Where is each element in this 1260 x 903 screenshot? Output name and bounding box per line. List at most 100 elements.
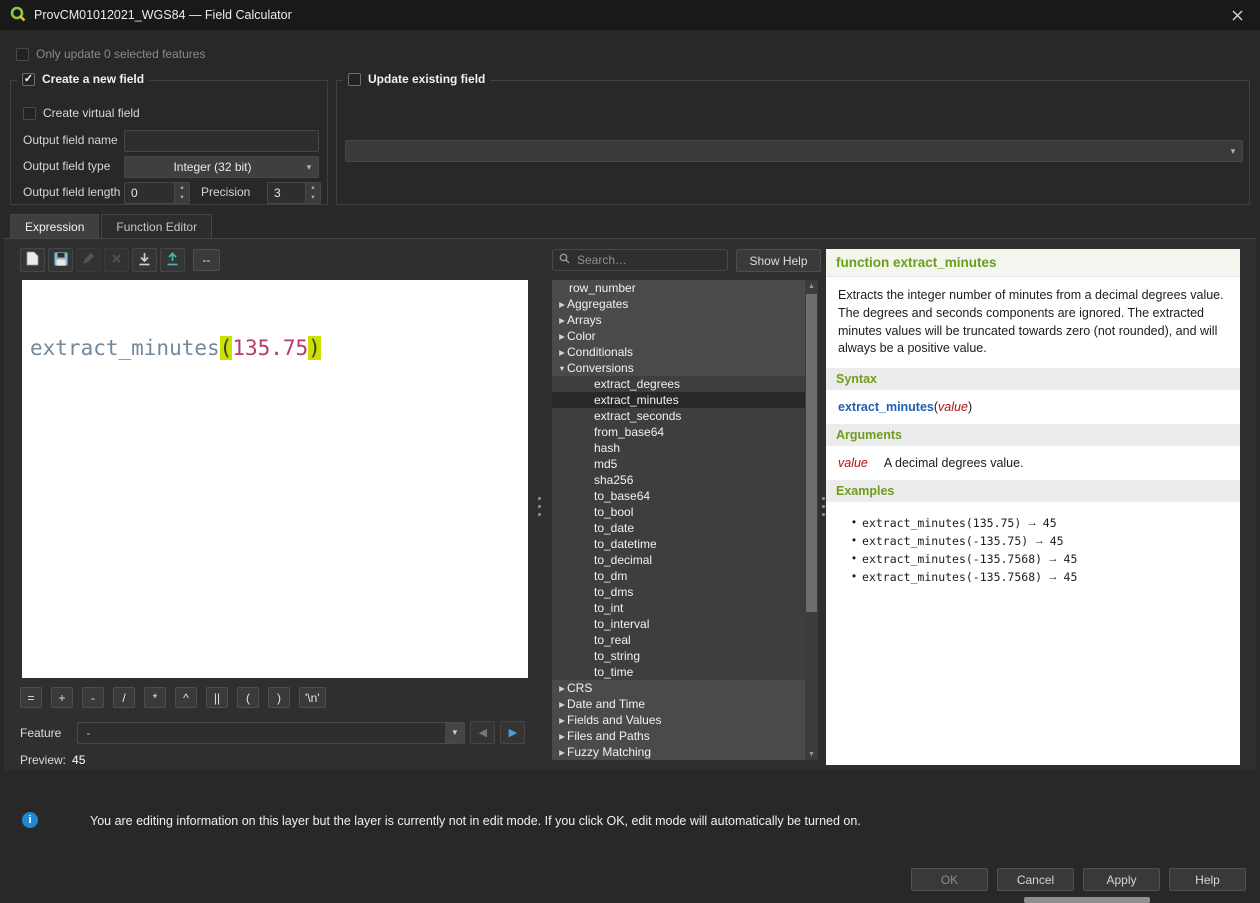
operator-concat-button[interactable]: || xyxy=(206,687,228,708)
expand-icon[interactable]: ▶ xyxy=(555,716,567,725)
arrow-up-icon xyxy=(166,252,179,269)
operator-power-button[interactable]: ^ xyxy=(175,687,197,708)
create-new-field-checkbox[interactable]: ✓ xyxy=(22,73,35,86)
tree-item-to-dm[interactable]: to_dm xyxy=(552,568,818,584)
existing-field-select[interactable]: ▾ xyxy=(345,140,1243,162)
show-help-button[interactable]: Show Help xyxy=(736,249,821,272)
tree-item-row-number[interactable]: row_number xyxy=(552,280,818,296)
create-new-field-legend[interactable]: ✓ Create a new field xyxy=(17,72,149,86)
cancel-button[interactable]: Cancel xyxy=(997,868,1074,891)
tree-item-sha256[interactable]: sha256 xyxy=(552,472,818,488)
expand-icon[interactable]: ▶ xyxy=(555,684,567,693)
left-splitter-handle[interactable] xyxy=(537,497,542,516)
tree-item-to-datetime[interactable]: to_datetime xyxy=(552,536,818,552)
spin-up-icon[interactable]: ▴ xyxy=(175,183,189,193)
apply-button[interactable]: Apply xyxy=(1083,868,1160,891)
tree-item-from-base64[interactable]: from_base64 xyxy=(552,424,818,440)
ok-button[interactable]: OK xyxy=(911,868,988,891)
tree-item-to-interval[interactable]: to_interval xyxy=(552,616,818,632)
create-virtual-field-row[interactable]: Create virtual field xyxy=(23,106,140,120)
close-icon[interactable] xyxy=(1214,0,1260,30)
search-box[interactable] xyxy=(552,249,728,271)
tree-item-to-string[interactable]: to_string xyxy=(552,648,818,664)
expand-icon[interactable]: ▶ xyxy=(555,332,567,341)
tree-item-conversions[interactable]: ▼Conversions xyxy=(552,360,818,376)
update-existing-field-checkbox[interactable] xyxy=(348,73,361,86)
operator-multiply-button[interactable]: * xyxy=(144,687,166,708)
only-update-checkbox-row[interactable]: Only update 0 selected features xyxy=(16,47,205,61)
create-virtual-field-checkbox[interactable] xyxy=(23,107,36,120)
scroll-down-icon[interactable]: ▼ xyxy=(805,748,818,760)
save-expression-button[interactable] xyxy=(48,248,73,272)
operator-newline-button[interactable]: '\n' xyxy=(299,687,326,708)
tree-item-md5[interactable]: md5 xyxy=(552,456,818,472)
output-field-name-input[interactable] xyxy=(124,130,319,152)
expand-icon[interactable]: ▶ xyxy=(555,700,567,709)
feature-select[interactable]: - ▼ xyxy=(77,722,465,744)
tree-item-color[interactable]: ▶Color xyxy=(552,328,818,344)
tree-item-extract-minutes[interactable]: extract_minutes xyxy=(552,392,818,408)
operator-plus-button[interactable]: + xyxy=(51,687,73,708)
output-field-length-label: Output field length xyxy=(23,185,120,199)
tree-item-conditionals[interactable]: ▶Conditionals xyxy=(552,344,818,360)
horizontal-scrollbar-thumb[interactable] xyxy=(1024,897,1150,903)
tree-item-to-decimal[interactable]: to_decimal xyxy=(552,552,818,568)
tree-item-extract-degrees[interactable]: extract_degrees xyxy=(552,376,818,392)
dash-button[interactable]: -- xyxy=(193,249,220,271)
next-feature-button[interactable]: ▶ xyxy=(500,721,525,744)
tree-item-files-and-paths[interactable]: ▶Files and Paths xyxy=(552,728,818,744)
search-input[interactable] xyxy=(575,252,721,268)
tree-item-to-real[interactable]: to_real xyxy=(552,632,818,648)
remove-expression-button[interactable] xyxy=(104,248,129,272)
expand-icon[interactable]: ▶ xyxy=(555,748,567,757)
tree-scrollbar-thumb[interactable] xyxy=(806,294,817,612)
tree-item-fields-and-values[interactable]: ▶Fields and Values xyxy=(552,712,818,728)
tree-item-to-bool[interactable]: to_bool xyxy=(552,504,818,520)
output-field-length-stepper[interactable]: 0 ▴ ▾ xyxy=(124,182,190,204)
tree-item-to-int[interactable]: to_int xyxy=(552,600,818,616)
tab-function-editor[interactable]: Function Editor xyxy=(101,214,212,238)
edit-expression-button[interactable] xyxy=(76,248,101,272)
chevron-down-icon[interactable]: ▼ xyxy=(445,723,464,743)
export-expression-button[interactable] xyxy=(160,248,185,272)
expression-code: extract_minutes(135.75) xyxy=(30,336,528,360)
operator-divide-button[interactable]: / xyxy=(113,687,135,708)
help-button[interactable]: Help xyxy=(1169,868,1246,891)
tree-scrollbar[interactable]: ▲ ▼ xyxy=(805,280,818,760)
tree-item-hash[interactable]: hash xyxy=(552,440,818,456)
operator-minus-button[interactable]: - xyxy=(82,687,104,708)
tree-item-aggregates[interactable]: ▶Aggregates xyxy=(552,296,818,312)
tree-item-to-date[interactable]: to_date xyxy=(552,520,818,536)
tree-item-extract-seconds[interactable]: extract_seconds xyxy=(552,408,818,424)
update-existing-field-legend[interactable]: Update existing field xyxy=(343,72,490,86)
expression-editor[interactable]: extract_minutes(135.75) xyxy=(22,280,528,678)
tab-expression[interactable]: Expression xyxy=(10,214,99,238)
operator-equals-button[interactable]: = xyxy=(20,687,42,708)
tree-item-date-and-time[interactable]: ▶Date and Time xyxy=(552,696,818,712)
only-update-checkbox[interactable] xyxy=(16,48,29,61)
tree-item-crs[interactable]: ▶CRS xyxy=(552,680,818,696)
scroll-up-icon[interactable]: ▲ xyxy=(805,280,818,292)
tree-item-to-base64[interactable]: to_base64 xyxy=(552,488,818,504)
precision-stepper[interactable]: 3 ▴ ▾ xyxy=(267,182,321,204)
argument-description: A decimal degrees value. xyxy=(884,456,1024,470)
clear-expression-button[interactable] xyxy=(20,248,45,272)
tree-item-to-time[interactable]: to_time xyxy=(552,664,818,680)
import-expression-button[interactable] xyxy=(132,248,157,272)
operator-close-paren-button[interactable]: ) xyxy=(268,687,290,708)
spin-up-icon[interactable]: ▴ xyxy=(306,183,320,193)
collapse-icon[interactable]: ▼ xyxy=(555,364,567,373)
tree-item-fuzzy-matching[interactable]: ▶Fuzzy Matching xyxy=(552,744,818,760)
expand-icon[interactable]: ▶ xyxy=(555,348,567,357)
operator-open-paren-button[interactable]: ( xyxy=(237,687,259,708)
spin-down-icon[interactable]: ▾ xyxy=(306,193,320,203)
expand-icon[interactable]: ▶ xyxy=(555,732,567,741)
spin-down-icon[interactable]: ▾ xyxy=(175,193,189,203)
previous-feature-button[interactable]: ◀ xyxy=(470,721,495,744)
expand-icon[interactable]: ▶ xyxy=(555,316,567,325)
tree-item-to-dms[interactable]: to_dms xyxy=(552,584,818,600)
expand-icon[interactable]: ▶ xyxy=(555,300,567,309)
output-field-type-select[interactable]: Integer (32 bit) ▾ xyxy=(124,156,319,178)
function-tree[interactable]: row_number ▶Aggregates ▶Arrays ▶Color ▶C… xyxy=(552,280,818,760)
tree-item-arrays[interactable]: ▶Arrays xyxy=(552,312,818,328)
